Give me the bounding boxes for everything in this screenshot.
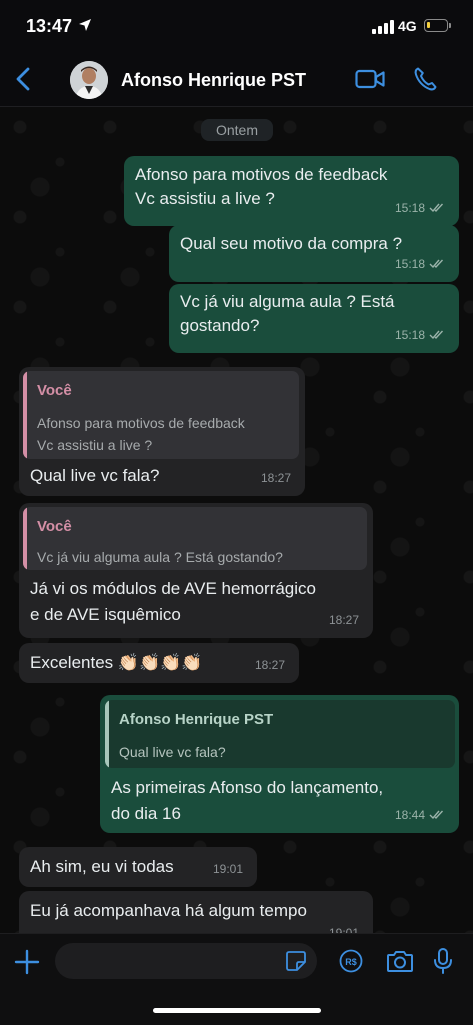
quote-text: Vc já viu alguma aula ? Está gostando? (37, 549, 283, 565)
back-chevron-icon[interactable] (12, 66, 36, 92)
contact-photo-icon (70, 61, 108, 99)
message-text: Vc já viu alguma aula ? Está (180, 292, 395, 311)
message-text: gostando? (180, 316, 260, 335)
composer-bar: R$ (0, 933, 473, 1025)
message-meta: 18:27 (255, 653, 285, 677)
microphone-icon[interactable] (433, 947, 453, 975)
quote-author: Você (37, 382, 72, 399)
read-receipt-icon (429, 259, 444, 269)
message-meta: 18:27 (261, 466, 291, 490)
video-call-icon[interactable] (355, 68, 385, 90)
message-time: 18:44 (394, 808, 425, 822)
quoted-message[interactable]: Você Vc já viu alguma aula ? Está gostan… (23, 507, 367, 570)
message-meta: 15:18 (395, 323, 445, 347)
message-text: As primeiras Afonso do lançamento, (111, 778, 384, 797)
incoming-message[interactable]: Eu já acompanhava há algum tempo 19:01 (19, 891, 373, 933)
message-text: Afonso para motivos de feedback (135, 165, 388, 184)
message-text: Eu já acompanhava há algum tempo (30, 901, 307, 920)
network-type: 4G (398, 18, 417, 34)
attach-plus-icon[interactable] (14, 949, 40, 975)
quoted-message[interactable]: Você Afonso para motivos de feedback Vc … (23, 371, 299, 459)
message-meta: 19:01 (213, 857, 243, 881)
quote-accent-bar (105, 700, 109, 768)
message-meta: 18:44 (395, 803, 445, 827)
quote-accent-bar (23, 507, 27, 570)
message-time: 15:18 (394, 201, 425, 215)
quote-text: Qual live vc fala? (119, 744, 226, 760)
message-time: 15:18 (394, 328, 425, 342)
svg-text:R$: R$ (345, 957, 357, 967)
message-meta: 15:18 (395, 196, 445, 220)
message-text: Qual live vc fala? (30, 466, 160, 485)
outgoing-message[interactable]: Afonso Henrique PST Qual live vc fala? A… (100, 695, 459, 833)
phone-call-icon[interactable] (413, 66, 437, 92)
message-meta: 19:01 (329, 921, 359, 933)
incoming-message[interactable]: Excelentes 👏🏻👏🏻👏🏻👏🏻 18:27 (19, 643, 299, 683)
message-time: 19:01 (212, 862, 243, 876)
location-arrow-icon (79, 19, 91, 31)
avatar[interactable] (70, 61, 108, 99)
sticker-icon[interactable] (285, 950, 307, 972)
message-text: Vc assistiu a live ? (135, 189, 275, 208)
message-text: Excelentes 👏🏻👏🏻👏🏻👏🏻 (30, 653, 203, 672)
message-text: do dia 16 (111, 804, 181, 823)
outgoing-message[interactable]: Vc já viu alguma aula ? Está gostando? 1… (169, 284, 459, 353)
incoming-message[interactable]: Você Vc já viu alguma aula ? Está gostan… (19, 503, 373, 638)
message-meta: 15:18 (395, 252, 445, 276)
home-indicator (153, 1008, 321, 1013)
read-receipt-icon (429, 330, 444, 340)
message-text: Já vi os módulos de AVE hemorrágico (30, 579, 316, 598)
outgoing-message[interactable]: Qual seu motivo da compra ? 15:18 (169, 225, 459, 282)
quote-text: Vc assistiu a live ? (37, 437, 153, 453)
message-time: 15:18 (394, 257, 425, 271)
message-text: Ah sim, eu vi todas (30, 857, 174, 876)
message-time: 18:27 (260, 471, 291, 485)
chat-header: Afonso Henrique PST (0, 52, 473, 107)
signal-bars-icon (372, 20, 394, 34)
message-time: 18:27 (254, 658, 285, 672)
payment-icon[interactable]: R$ (339, 949, 363, 973)
outgoing-message[interactable]: Afonso para motivos de feedback Vc assis… (124, 156, 459, 226)
quote-text: Afonso para motivos de feedback (37, 415, 245, 431)
message-text: Qual seu motivo da compra ? (180, 234, 403, 253)
date-separator: Ontem (201, 119, 273, 141)
message-text: e de AVE isquêmico (30, 605, 181, 624)
status-time: 13:47 (26, 16, 73, 36)
camera-icon[interactable] (386, 948, 414, 974)
quote-author: Você (37, 518, 72, 535)
message-meta: 18:27 (329, 608, 359, 632)
contact-name[interactable]: Afonso Henrique PST (121, 70, 306, 91)
battery-tip (449, 23, 451, 28)
message-time: 19:01 (328, 926, 359, 933)
battery-icon (424, 19, 448, 32)
incoming-message[interactable]: Você Afonso para motivos de feedback Vc … (19, 367, 305, 496)
quote-accent-bar (23, 371, 27, 459)
quote-author: Afonso Henrique PST (119, 711, 274, 728)
message-time: 18:27 (328, 613, 359, 627)
status-bar: 13:47 4G (0, 0, 473, 52)
quoted-message[interactable]: Afonso Henrique PST Qual live vc fala? (105, 700, 455, 768)
message-input[interactable] (55, 943, 317, 979)
message-list[interactable]: Ontem Afonso para motivos de feedback Vc… (0, 107, 473, 933)
incoming-message[interactable]: Ah sim, eu vi todas 19:01 (19, 847, 257, 887)
read-receipt-icon (429, 810, 444, 820)
read-receipt-icon (429, 203, 444, 213)
